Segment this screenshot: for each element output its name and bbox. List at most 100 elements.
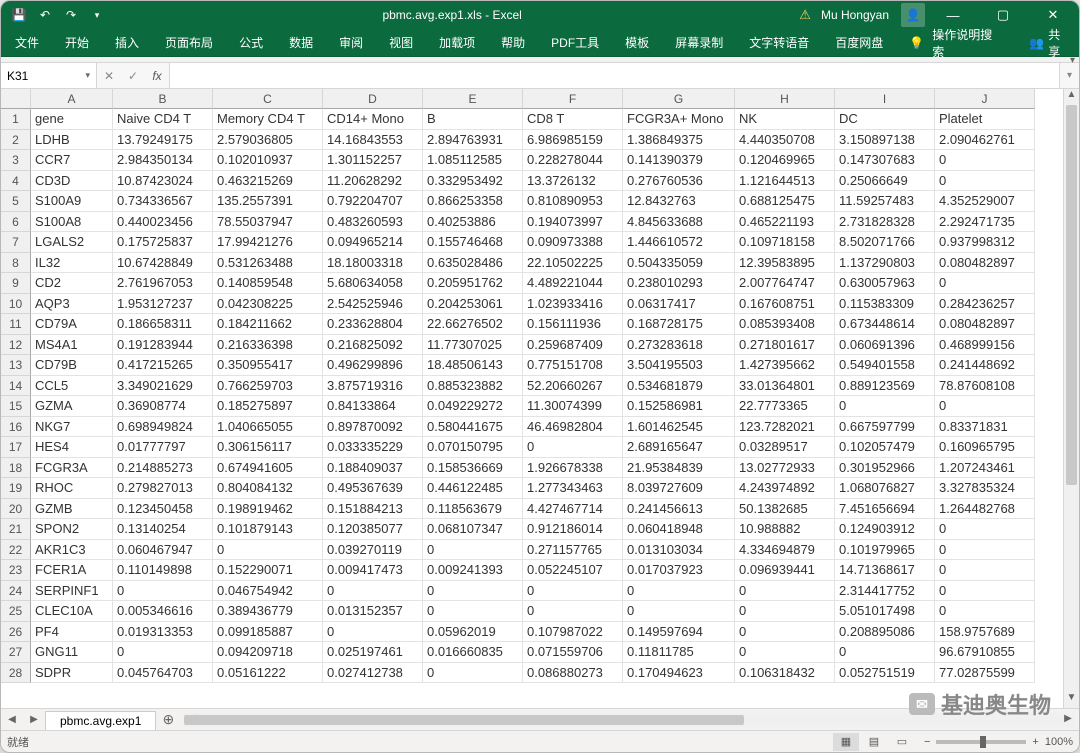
- cell[interactable]: 0.167608751: [735, 294, 835, 315]
- cell[interactable]: 5.051017498: [835, 601, 935, 622]
- row-header[interactable]: 11: [1, 314, 31, 335]
- cell[interactable]: 123.7282021: [735, 417, 835, 438]
- zoom-out-button[interactable]: −: [924, 736, 930, 748]
- cell[interactable]: 2.689165647: [623, 437, 735, 458]
- zoom-slider[interactable]: [936, 740, 1026, 744]
- cell[interactable]: HES4: [31, 437, 113, 458]
- cell[interactable]: 2.731828328: [835, 212, 935, 233]
- cell[interactable]: 0.866253358: [423, 191, 523, 212]
- cell[interactable]: 1.953127237: [113, 294, 213, 315]
- cell[interactable]: 0.465221193: [735, 212, 835, 233]
- cell[interactable]: 0.05962019: [423, 622, 523, 643]
- cell[interactable]: 0.185275897: [213, 396, 323, 417]
- cell[interactable]: 1.040665055: [213, 417, 323, 438]
- cell[interactable]: 78.55037947: [213, 212, 323, 233]
- cell[interactable]: 0.070150795: [423, 437, 523, 458]
- cell[interactable]: 0.504335059: [623, 253, 735, 274]
- cell[interactable]: 0.804084132: [213, 478, 323, 499]
- name-box[interactable]: ▾: [1, 63, 97, 88]
- col-header-G[interactable]: G: [623, 89, 735, 109]
- col-header-I[interactable]: I: [835, 89, 935, 109]
- cell[interactable]: 3.150897138: [835, 130, 935, 151]
- cell[interactable]: 0.531263488: [213, 253, 323, 274]
- cell[interactable]: 14.16843553: [323, 130, 423, 151]
- cell[interactable]: 0.151884213: [323, 499, 423, 520]
- tab-file[interactable]: 文件: [9, 29, 45, 56]
- cell[interactable]: 0.155746468: [423, 232, 523, 253]
- cell[interactable]: 0.25066649: [835, 171, 935, 192]
- cell[interactable]: 0: [113, 642, 213, 663]
- row-header[interactable]: 25: [1, 601, 31, 622]
- scroll-down-icon[interactable]: ▼: [1064, 692, 1079, 708]
- tab-pdf-tools[interactable]: PDF工具: [545, 29, 605, 56]
- cell[interactable]: 2.894763931: [423, 130, 523, 151]
- name-box-input[interactable]: [7, 69, 67, 83]
- cell[interactable]: 0.025197461: [323, 642, 423, 663]
- fx-icon[interactable]: fx: [145, 69, 169, 83]
- cell[interactable]: 0.208895086: [835, 622, 935, 643]
- cell[interactable]: 0.440023456: [113, 212, 213, 233]
- cell[interactable]: FCGR3A+ Mono: [623, 109, 735, 130]
- cell[interactable]: 11.30074399: [523, 396, 623, 417]
- cell[interactable]: 0: [623, 601, 735, 622]
- cell[interactable]: 0.483260593: [323, 212, 423, 233]
- user-avatar[interactable]: 👤: [901, 3, 925, 27]
- cell[interactable]: 0.03289517: [735, 437, 835, 458]
- cell[interactable]: 0.170494623: [623, 663, 735, 684]
- cell[interactable]: SPON2: [31, 519, 113, 540]
- cell[interactable]: 0.052751519: [835, 663, 935, 684]
- cell[interactable]: 13.79249175: [113, 130, 213, 151]
- redo-icon[interactable]: ↷: [63, 7, 79, 23]
- cell[interactable]: AQP3: [31, 294, 113, 315]
- row-header[interactable]: 2: [1, 130, 31, 151]
- cell[interactable]: 0: [623, 581, 735, 602]
- cell[interactable]: 0.241448692: [935, 355, 1035, 376]
- cell[interactable]: 0.039270119: [323, 540, 423, 561]
- cell[interactable]: CLEC10A: [31, 601, 113, 622]
- cell[interactable]: 0.937998312: [935, 232, 1035, 253]
- cell[interactable]: 0.276760536: [623, 171, 735, 192]
- cell[interactable]: 13.3726132: [523, 171, 623, 192]
- cell[interactable]: 0.766259703: [213, 376, 323, 397]
- cell[interactable]: 0: [935, 581, 1035, 602]
- col-header-B[interactable]: B: [113, 89, 213, 109]
- cell[interactable]: 12.8432763: [623, 191, 735, 212]
- cell[interactable]: FCGR3A: [31, 458, 113, 479]
- cell[interactable]: 0.140859548: [213, 273, 323, 294]
- cell[interactable]: 0.149597694: [623, 622, 735, 643]
- cell[interactable]: 0.674941605: [213, 458, 323, 479]
- vscroll-track[interactable]: [1064, 105, 1079, 692]
- cell[interactable]: 0.060467947: [113, 540, 213, 561]
- cell[interactable]: 0.40253886: [423, 212, 523, 233]
- cell[interactable]: 0.186658311: [113, 314, 213, 335]
- cell[interactable]: 0.013103034: [623, 540, 735, 561]
- cell[interactable]: 0.417215265: [113, 355, 213, 376]
- cell[interactable]: 0.01777797: [113, 437, 213, 458]
- col-header-C[interactable]: C: [213, 89, 323, 109]
- cell[interactable]: 0.792204707: [323, 191, 423, 212]
- cell[interactable]: 0.017037923: [623, 560, 735, 581]
- cell[interactable]: 0.673448614: [835, 314, 935, 335]
- row-header[interactable]: 23: [1, 560, 31, 581]
- cell[interactable]: 0.912186014: [523, 519, 623, 540]
- cell[interactable]: 0.016660835: [423, 642, 523, 663]
- cell[interactable]: 1.023933416: [523, 294, 623, 315]
- cell[interactable]: 0.094965214: [323, 232, 423, 253]
- cell[interactable]: 0: [935, 273, 1035, 294]
- cell[interactable]: 2.761967053: [113, 273, 213, 294]
- tab-text-to-speech[interactable]: 文字转语音: [743, 29, 815, 56]
- cell[interactable]: NKG7: [31, 417, 113, 438]
- cell[interactable]: 21.95384839: [623, 458, 735, 479]
- cell[interactable]: 77.02875599: [935, 663, 1035, 684]
- cell[interactable]: 0: [935, 601, 1035, 622]
- cell[interactable]: 0.885323882: [423, 376, 523, 397]
- cell[interactable]: 0: [935, 396, 1035, 417]
- cell[interactable]: AKR1C3: [31, 540, 113, 561]
- cell[interactable]: 0.191283944: [113, 335, 213, 356]
- cell[interactable]: LGALS2: [31, 232, 113, 253]
- cell[interactable]: 4.845633688: [623, 212, 735, 233]
- qat-dropdown-icon[interactable]: ▾: [89, 7, 105, 23]
- row-header[interactable]: 24: [1, 581, 31, 602]
- cell[interactable]: 0.175725837: [113, 232, 213, 253]
- cell[interactable]: 0.810890953: [523, 191, 623, 212]
